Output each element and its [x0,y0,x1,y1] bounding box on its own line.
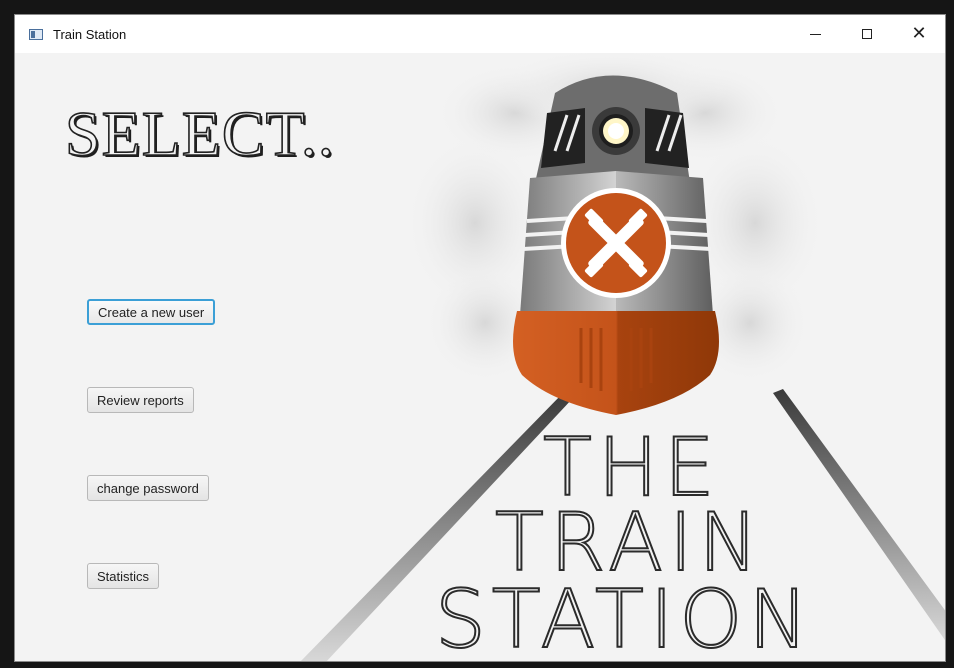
close-icon: ✕ [911,23,927,44]
logo-line-train: TRAIN [494,496,765,589]
create-user-button[interactable]: Create a new user [87,299,216,325]
close-button[interactable]: ✕ [893,15,945,53]
window-controls: ✕ [789,15,945,53]
maximize-icon [862,29,872,39]
maximize-button[interactable] [841,15,893,53]
window-title: Train Station [53,26,127,42]
main-content: SELECT.. Create a new user Review report… [15,48,945,662]
logo-line-station: STATION [434,573,815,662]
app-window: Train Station ✕ SELECT.. Create a new us… [14,14,946,662]
minimize-button[interactable] [789,15,841,53]
title-bar[interactable]: Train Station ✕ [15,15,945,53]
review-reports-button[interactable]: Review reports [87,387,194,413]
change-password-button[interactable]: change password [87,475,209,501]
statistics-button[interactable]: Statistics [87,563,160,589]
train-station-logo: THE TRAIN STATION [285,48,945,662]
app-window-icon [29,28,43,40]
minimize-icon [809,33,821,35]
